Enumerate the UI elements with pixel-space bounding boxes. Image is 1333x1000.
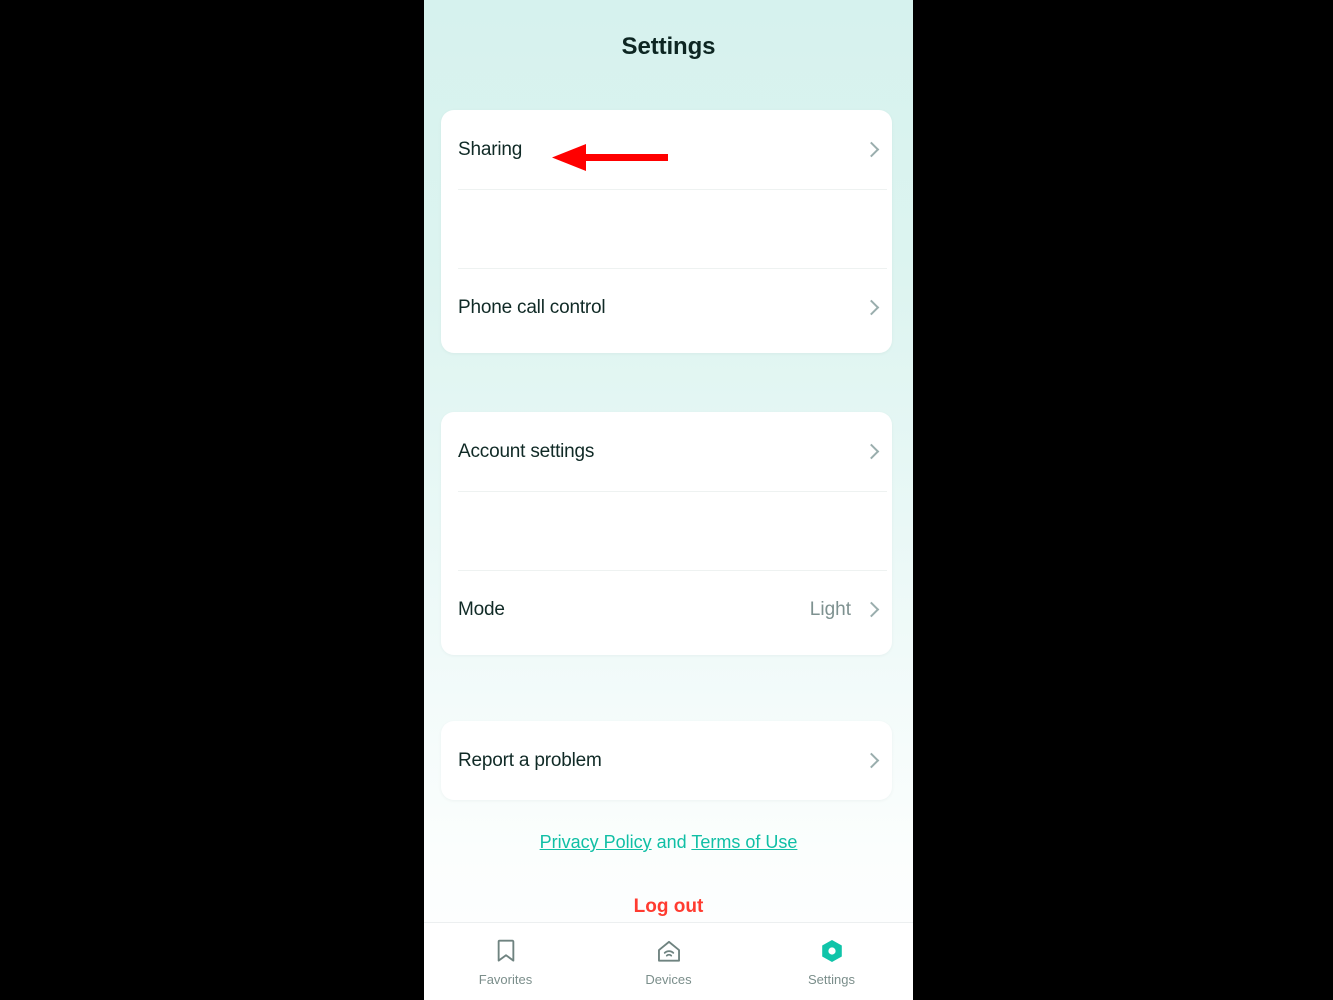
settings-row-account-settings[interactable]: Account settings: [441, 412, 892, 491]
settings-row-accessory: [865, 110, 876, 189]
hexagon-settings-icon: [821, 939, 842, 962]
row-divider: [458, 268, 887, 269]
settings-row-accessory: [865, 412, 876, 491]
settings-row-label: Phone call control: [458, 296, 606, 318]
nav-item-favorites[interactable]: Favorites: [424, 923, 587, 1000]
settings-row-value: Light: [809, 598, 851, 620]
nav-item-devices[interactable]: Devices: [587, 923, 750, 1000]
home-wifi-icon: [657, 940, 680, 962]
settings-row-label: Sharing: [458, 138, 523, 160]
legal-conjunction: and: [651, 832, 692, 852]
settings-row-phone-call-control[interactable]: Phone call control: [441, 268, 892, 347]
settings-row-accessory: [865, 721, 876, 800]
legal-links: Privacy Policy and Terms of Use: [424, 832, 913, 853]
nav-item-label: Favorites: [478, 971, 533, 987]
bottom-navigation-bar: Favorites Devices Settings: [424, 922, 913, 1000]
chevron-right-icon: [865, 141, 876, 159]
chevron-right-icon: [865, 752, 876, 770]
bookmark-icon: [497, 939, 514, 961]
privacy-policy-link[interactable]: Privacy Policy: [540, 832, 652, 852]
nav-item-label: Settings: [808, 971, 855, 987]
row-divider: [458, 491, 887, 492]
terms-of-use-link[interactable]: Terms of Use: [691, 832, 797, 852]
settings-row-mode[interactable]: Mode Light: [441, 570, 892, 649]
card-support: Report a problem: [441, 721, 892, 800]
row-divider: [458, 189, 887, 190]
nav-item-label: Devices: [645, 971, 692, 987]
row-divider: [458, 570, 887, 571]
phone-screen: Settings General Sharing Phone call cont…: [424, 0, 913, 1000]
chevron-right-icon: [865, 299, 876, 317]
settings-row-accessory: [865, 268, 876, 347]
settings-row-accessory: Light: [810, 570, 876, 649]
settings-row-label: Account settings: [458, 440, 595, 462]
nav-item-settings[interactable]: Settings: [750, 923, 913, 1000]
settings-row-report-a-problem[interactable]: Report a problem: [441, 721, 892, 800]
chevron-right-icon: [865, 601, 876, 619]
settings-row-label: Report a problem: [458, 749, 602, 771]
chevron-right-icon: [865, 443, 876, 461]
logout-button[interactable]: Log out: [424, 896, 913, 918]
settings-row-label: Mode: [458, 598, 505, 620]
card-my-account: Account settings Mode Light Language Eng…: [441, 412, 892, 778]
settings-content: General Sharing Phone call control Group…: [424, 0, 913, 922]
annotation-arrow-left-icon: [552, 144, 668, 171]
